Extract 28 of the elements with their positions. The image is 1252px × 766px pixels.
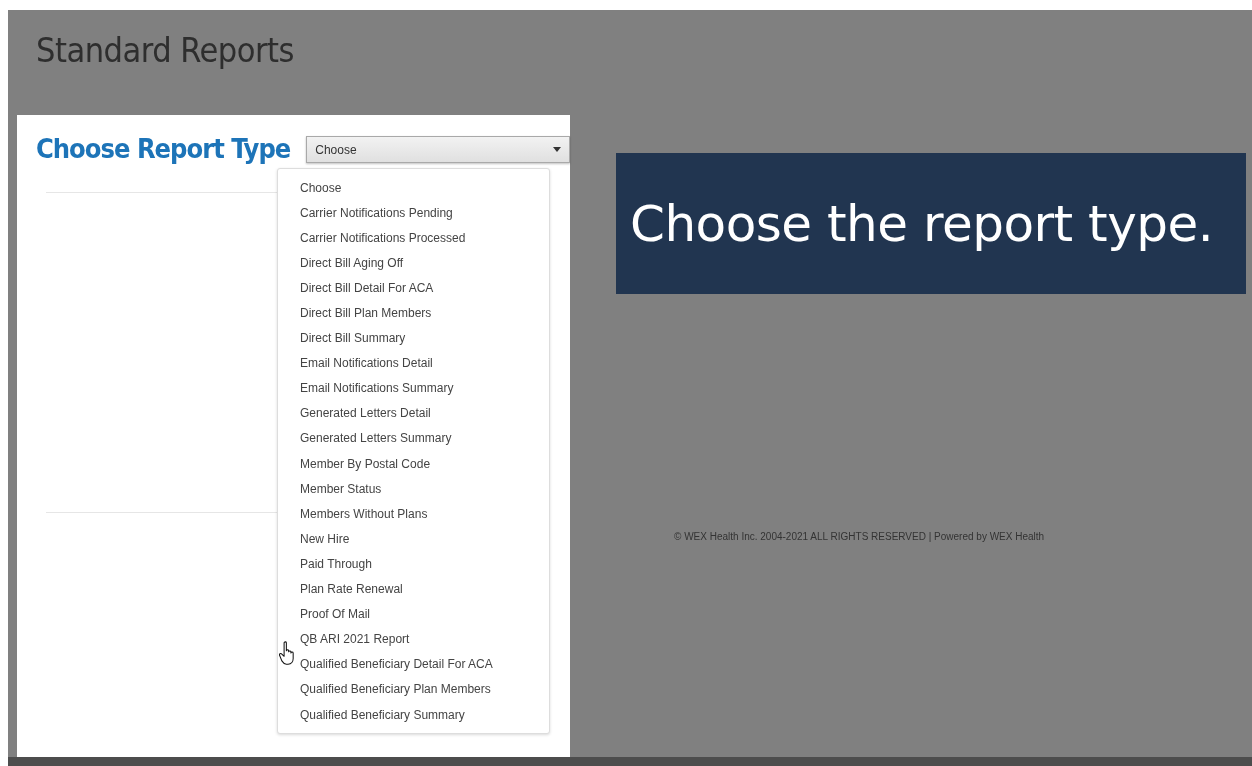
dropdown-option[interactable]: Generated Letters Detail <box>278 400 549 426</box>
dropdown-option[interactable]: Proof Of Mail <box>278 601 549 627</box>
dropdown-option[interactable]: Paid Through <box>278 551 549 577</box>
dropdown-option[interactable]: Direct Bill Plan Members <box>278 300 549 326</box>
dropdown-option[interactable]: Qualified Beneficiary Summary <box>278 701 549 728</box>
caret-icon <box>553 147 561 152</box>
dropdown-option[interactable]: Direct Bill Aging Off <box>278 250 549 276</box>
report-type-select[interactable]: Choose <box>306 136 570 163</box>
caption-banner: Choose the report type. <box>616 153 1246 294</box>
dropdown-option[interactable]: Carrier Notifications Pending <box>278 200 549 226</box>
dropdown-option[interactable]: Qualified Beneficiary Plan Members <box>278 676 549 702</box>
dropdown-option[interactable]: Direct Bill Summary <box>278 325 549 351</box>
section-heading: Choose Report Type <box>36 133 291 164</box>
dropdown-option[interactable]: Plan Rate Renewal <box>278 576 549 602</box>
dropdown-option[interactable]: Member By Postal Code <box>278 451 549 477</box>
dropdown-option[interactable]: Members Without Plans <box>278 501 549 527</box>
page-title: Standard Reports <box>35 29 295 72</box>
dropdown-option[interactable]: QB ARI 2021 Report <box>278 626 549 652</box>
dropdown-option[interactable]: Carrier Notifications Processed <box>278 225 549 251</box>
dropdown-option[interactable]: Direct Bill Detail For ACA <box>278 275 549 301</box>
dropdown-option[interactable]: Email Notifications Summary <box>278 375 549 401</box>
dropdown-option[interactable]: Email Notifications Detail <box>278 350 549 376</box>
dropdown-option[interactable]: Generated Letters Summary <box>278 425 549 452</box>
copyright-text: © WEX Health Inc. 2004-2021 ALL RIGHTS RESERVED | Powered by WEX Health <box>674 531 1046 542</box>
dropdown-option[interactable]: Member Status <box>278 476 549 502</box>
dropdown-option[interactable]: Choose <box>278 175 549 201</box>
dropdown-option[interactable]: New Hire <box>278 526 549 552</box>
dropdown-option[interactable]: Qualified Beneficiary Detail For ACA <box>278 651 549 677</box>
